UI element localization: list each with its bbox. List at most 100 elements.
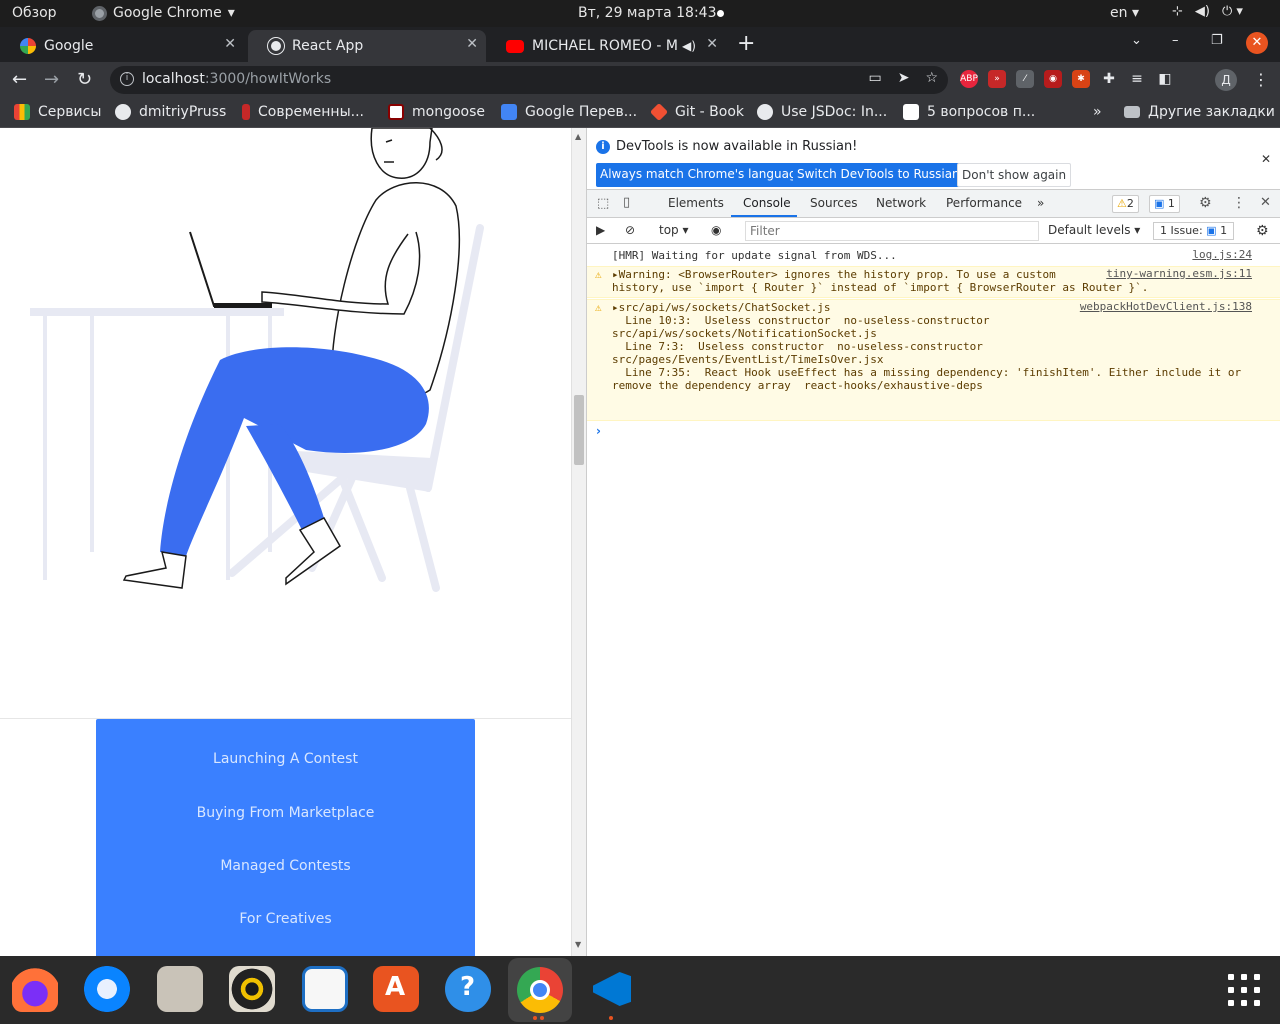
site-info-icon[interactable]: i (120, 72, 134, 86)
scrollbar-thumb[interactable] (574, 395, 584, 465)
puzzle-icon[interactable]: ✚ (1100, 70, 1118, 88)
eye-icon[interactable]: ◉ (711, 223, 721, 237)
software-center-icon[interactable]: A (373, 966, 419, 1012)
console-prompt[interactable]: › (596, 424, 601, 438)
close-icon[interactable]: ✕ (224, 36, 236, 52)
vscode-icon[interactable] (589, 966, 635, 1020)
bookmark-item[interactable]: dmitriyPruss (115, 104, 226, 120)
media-queue-icon[interactable]: ≡ (1128, 70, 1146, 88)
bookmark-item[interactable]: Современны... (242, 104, 364, 120)
tab-search-icon[interactable]: ⌄ (1131, 33, 1142, 48)
camera-icon[interactable]: ◉ (1044, 70, 1062, 88)
clock[interactable]: Вт, 29 марта 18:43 (578, 5, 716, 21)
page-scrollbar[interactable]: ▲ ▼ (571, 128, 586, 956)
bookmark-item[interactable]: 5 вопросов п... (903, 104, 1035, 120)
close-devtools-icon[interactable]: ✕ (1260, 195, 1271, 210)
files-icon[interactable] (157, 966, 203, 1012)
tab-performance[interactable]: Performance (946, 196, 1022, 210)
console-warning[interactable]: ⚠ ▸src/api/ws/sockets/ChatSocket.js Line… (587, 299, 1280, 421)
bookmark-item[interactable]: Git - Book (649, 102, 744, 122)
thunderbird-icon[interactable] (84, 966, 130, 1012)
libreoffice-writer-icon[interactable] (302, 966, 348, 1012)
extension-icon[interactable]: ✱ (1072, 70, 1090, 88)
menu-icon[interactable]: ⋮ (1253, 70, 1269, 89)
bookmarks-overflow[interactable]: » (1093, 104, 1102, 120)
menu-item-launching-contest[interactable]: Launching A Contest (96, 751, 475, 767)
help-icon[interactable]: ? (445, 966, 491, 1012)
bookmark-item[interactable]: Google Перев... (501, 104, 637, 120)
context-selector[interactable]: top ▾ (659, 223, 689, 237)
more-tabs-icon[interactable]: » (1037, 196, 1044, 210)
log-source-link[interactable]: tiny-warning.esm.js:11 (1106, 267, 1252, 280)
issues-counter[interactable]: 1 Issue: ▣ 1 (1153, 222, 1235, 240)
inspect-element-icon[interactable]: ⬚ (597, 196, 609, 211)
app-menu[interactable]: Google Chrome ▾ (92, 5, 235, 21)
close-icon[interactable]: ✕ (706, 36, 718, 52)
star-icon[interactable]: ☆ (925, 70, 938, 86)
show-applications-icon[interactable] (1228, 974, 1260, 1006)
minimize-icon[interactable]: – (1172, 33, 1179, 48)
issues-count: 1 (1220, 224, 1228, 237)
scroll-up-icon[interactable]: ▲ (575, 132, 581, 141)
fast-forward-icon[interactable]: » (988, 70, 1006, 88)
adblock-icon[interactable]: ABP (960, 70, 978, 88)
log-source-link[interactable]: log.js:24 (1192, 248, 1252, 261)
eyedropper-icon[interactable]: ⁄ (1016, 70, 1034, 88)
address-bar[interactable]: i localhost:3000/howItWorks ▭ ➤ ☆ (110, 66, 948, 94)
menu-item-managed-contests[interactable]: Managed Contests (96, 858, 475, 874)
log-levels-dropdown[interactable]: Default levels ▾ (1048, 223, 1140, 237)
language-switcher[interactable]: en ▾ (1110, 5, 1139, 21)
firefox-icon[interactable] (12, 966, 58, 1012)
kebab-menu-icon[interactable]: ⋮ (1232, 195, 1246, 211)
menu-item-buying-marketplace[interactable]: Buying From Marketplace (96, 805, 475, 821)
console-filter-input[interactable]: Filter (745, 221, 1039, 241)
tab-react-app[interactable]: React App ✕ (248, 30, 486, 62)
match-language-button[interactable]: Always match Chrome's language (596, 163, 808, 187)
speaker-icon[interactable]: ◀) (682, 39, 696, 53)
activities-button[interactable]: Обзор (12, 5, 57, 21)
tab-elements[interactable]: Elements (668, 196, 724, 210)
back-icon[interactable]: ← (12, 69, 27, 90)
send-icon[interactable]: ➤ (898, 70, 910, 86)
profile-avatar[interactable]: Д (1215, 69, 1237, 91)
tab-console[interactable]: Console (743, 196, 791, 210)
rhythmbox-icon[interactable] (229, 966, 275, 1012)
switch-russian-button[interactable]: Switch DevTools to Russian (793, 163, 964, 187)
close-icon[interactable]: ✕ (1261, 152, 1271, 166)
device-toolbar-icon[interactable]: ▯ (623, 195, 630, 210)
side-panel-icon[interactable]: ◧ (1156, 70, 1174, 88)
sidebar-toggle-icon[interactable]: ▶ (596, 223, 605, 237)
bookmark-item[interactable]: mongoose (388, 104, 485, 120)
bookmark-item[interactable]: Сервисы (14, 104, 101, 120)
tab-youtube[interactable]: MICHAEL ROMEO - Me ◀) ✕ (486, 30, 726, 62)
devtools-tabbar: ⬚ ▯ Elements Console Sources Network Per… (587, 190, 1280, 218)
forward-icon[interactable]: → (44, 69, 59, 90)
scroll-down-icon[interactable]: ▼ (575, 940, 581, 949)
new-tab-button[interactable]: + (737, 31, 755, 56)
clear-console-icon[interactable]: ⊘ (625, 223, 635, 237)
console-warning[interactable]: ⚠ ▸Warning: <BrowserRouter> ignores the … (587, 266, 1280, 298)
chrome-dock-item[interactable] (508, 958, 572, 1022)
menu-item-for-creatives[interactable]: For Creatives (96, 911, 475, 927)
reload-icon[interactable]: ↻ (77, 69, 92, 90)
warnings-counter[interactable]: ⚠2 (1112, 195, 1139, 213)
settings-gear-icon[interactable]: ⚙ (1199, 195, 1212, 211)
tab-sources[interactable]: Sources (810, 196, 857, 210)
log-source-link[interactable]: webpackHotDevClient.js:138 (1080, 300, 1252, 313)
messages-counter[interactable]: ▣ 1 (1149, 195, 1180, 213)
bookmark-label: dmitriyPruss (139, 104, 227, 120)
tab-network[interactable]: Network (876, 196, 926, 210)
url-text[interactable]: localhost:3000/howItWorks (142, 71, 331, 87)
console-message[interactable]: [HMR] Waiting for update signal from WDS… (587, 248, 1280, 266)
dont-show-again-button[interactable]: Don't show again (957, 163, 1072, 187)
close-icon[interactable]: ✕ (466, 36, 478, 52)
bookmark-item[interactable]: Use JSDoc: In... (757, 104, 887, 120)
issue-icon: ▣ (1206, 224, 1217, 237)
tab-view-icon[interactable]: ▭ (868, 70, 881, 86)
tab-google[interactable]: Google ✕ (0, 30, 244, 62)
window-close-button[interactable]: ✕ (1246, 32, 1268, 54)
system-tray[interactable]: ⊹ ◀) ⏻ ▾ (1172, 4, 1243, 19)
other-bookmarks[interactable]: Другие закладки (1124, 104, 1275, 120)
console-settings-icon[interactable]: ⚙ (1256, 223, 1269, 239)
maximize-icon[interactable]: ❐ (1211, 33, 1223, 48)
